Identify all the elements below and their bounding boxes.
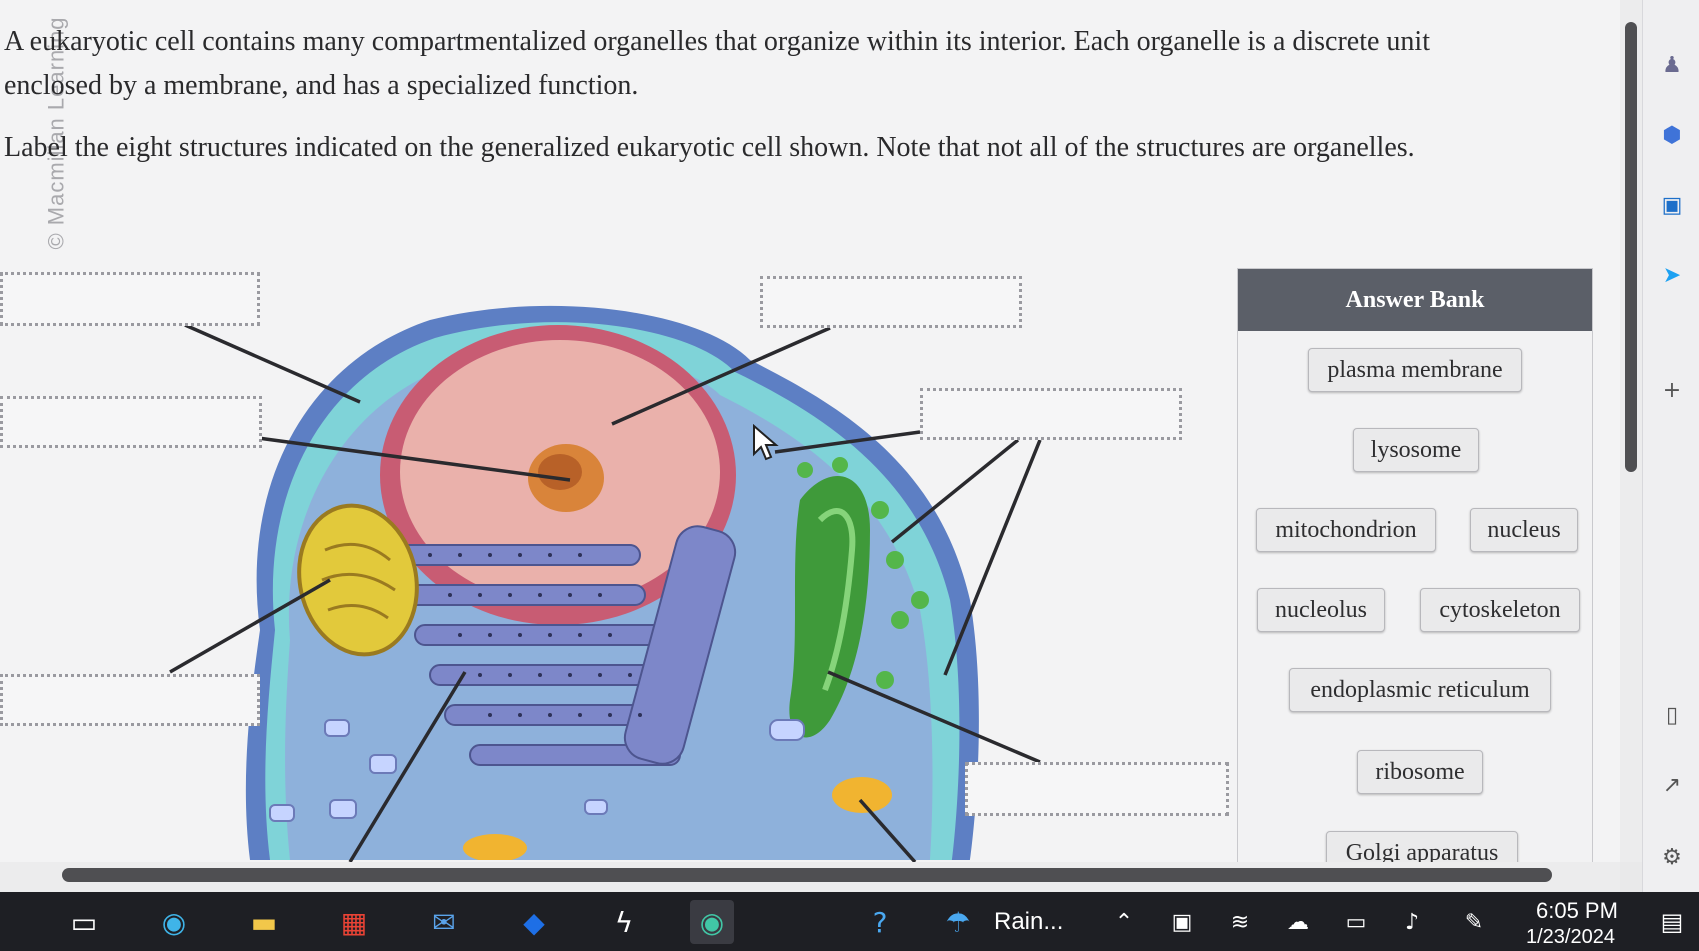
answer-chip-nucleolus[interactable]: nucleolus	[1257, 588, 1385, 632]
edge-dev-icon[interactable]: ◉	[690, 900, 734, 944]
copilot-icon[interactable]: ⬢	[1657, 120, 1687, 150]
answer-bank-title: Answer Bank	[1238, 269, 1592, 331]
answer-chip-mitochondrion[interactable]: mitochondrion	[1256, 508, 1436, 552]
answer-chip-golgi-apparatus[interactable]: Golgi apparatus	[1326, 831, 1518, 862]
wifi-icon[interactable]: ≋	[1218, 900, 1262, 944]
drop-target-6[interactable]	[965, 762, 1229, 816]
app-icon[interactable]: ϟ	[602, 900, 646, 944]
question-page: © Macmillan Learning A eukaryotic cell c…	[0, 0, 1620, 862]
drop-target-2[interactable]	[0, 396, 262, 448]
answer-chip-endoplasmic-reticulum[interactable]: endoplasmic reticulum	[1289, 668, 1551, 712]
weather-icon[interactable]: ☂	[936, 900, 980, 944]
volume-icon[interactable]: ♪	[1390, 900, 1434, 944]
send-icon[interactable]: ➤	[1657, 260, 1687, 290]
answer-bank: Answer Bank plasma membrane lysosome mit…	[1237, 268, 1593, 862]
drop-target-1[interactable]	[0, 272, 260, 326]
meet-now-icon[interactable]: ▣	[1160, 900, 1204, 944]
answer-chip-plasma-membrane[interactable]: plasma membrane	[1308, 348, 1522, 392]
weather-label[interactable]: Rain...	[994, 908, 1063, 936]
drop-target-5[interactable]	[0, 674, 260, 726]
dropbox-icon[interactable]: ◆	[512, 900, 556, 944]
battery-icon[interactable]: ▭	[1334, 900, 1378, 944]
chevron-up-icon[interactable]: ⌃	[1102, 900, 1146, 944]
add-icon[interactable]: +	[1657, 375, 1687, 405]
onedrive-icon[interactable]: ☁	[1276, 900, 1320, 944]
drop-target-3[interactable]	[760, 276, 1022, 328]
store-icon[interactable]: ▦	[332, 900, 376, 944]
help-icon[interactable]: ?	[858, 900, 902, 944]
settings-icon[interactable]: ⚙	[1657, 842, 1687, 872]
horizontal-scroll-thumb[interactable]	[62, 868, 1552, 882]
browser-sidebar: ♟ ⬢ ▣ ➤ + ▯ ↗ ⚙	[1642, 0, 1699, 892]
task-view-icon[interactable]: ▭	[62, 900, 106, 944]
answer-chip-ribosome[interactable]: ribosome	[1357, 750, 1483, 794]
vertical-scroll-thumb[interactable]	[1625, 22, 1637, 472]
windows-taskbar: ▭ ◉ ▬ ▦ ✉ ◆ ϟ ◉ ? ☂ Rain... ⌃ ▣ ≋ ☁ ▭ ♪ …	[0, 892, 1699, 951]
clock-date[interactable]: 1/23/2024	[1526, 926, 1615, 949]
outlook-icon[interactable]: ▣	[1657, 190, 1687, 220]
answer-chip-nucleus[interactable]: nucleus	[1470, 508, 1578, 552]
drop-target-4[interactable]	[920, 388, 1182, 440]
vertical-scrollbar[interactable]	[1620, 0, 1642, 862]
edge-icon[interactable]: ◉	[152, 900, 196, 944]
external-link-icon[interactable]: ↗	[1657, 770, 1687, 800]
sidebar-panel-icon[interactable]: ▯	[1657, 700, 1687, 730]
horizontal-scrollbar[interactable]	[0, 862, 1620, 892]
mouse-cursor-icon	[753, 424, 779, 461]
notifications-icon[interactable]: ▤	[1650, 900, 1694, 944]
mail-icon[interactable]: ✉	[422, 900, 466, 944]
file-explorer-icon[interactable]: ▬	[242, 900, 286, 944]
pen-icon[interactable]: ✎	[1452, 900, 1496, 944]
user-icon[interactable]: ♟	[1657, 50, 1687, 80]
answer-chip-cytoskeleton[interactable]: cytoskeleton	[1420, 588, 1580, 632]
clock-time[interactable]: 6:05 PM	[1536, 898, 1618, 924]
answer-chip-lysosome[interactable]: lysosome	[1353, 428, 1479, 472]
